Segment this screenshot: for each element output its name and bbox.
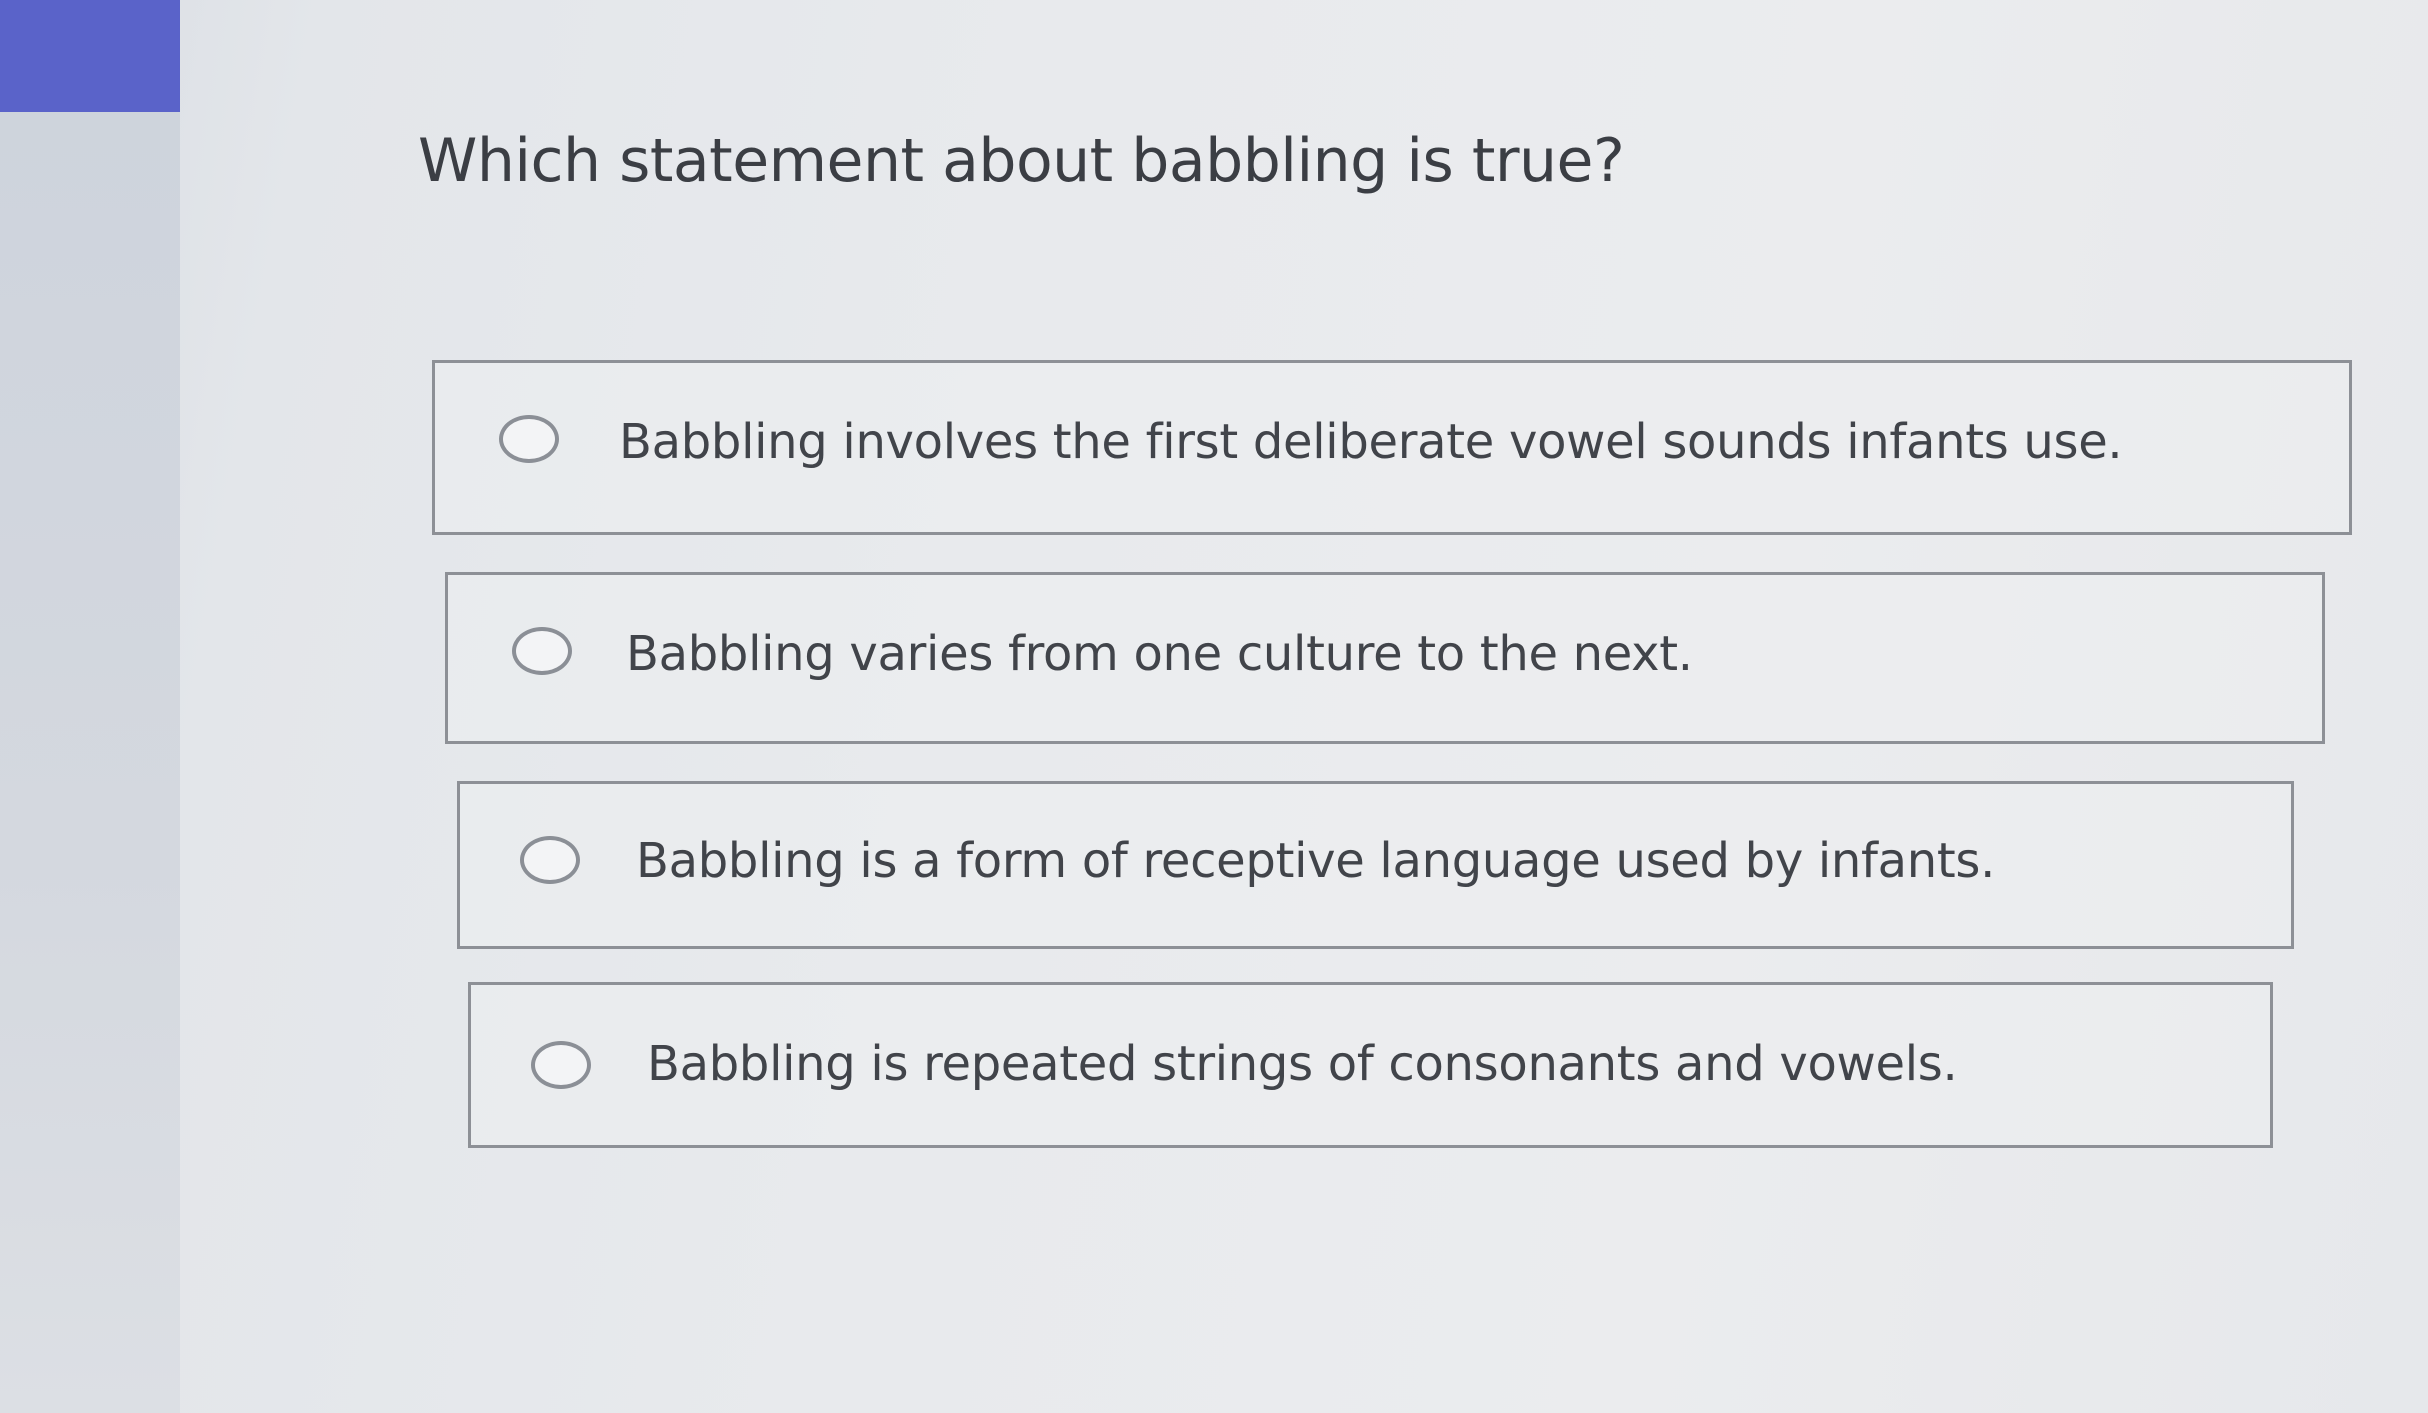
answer-option-4-label: Babbling is repeated strings of consonan… — [647, 1036, 1958, 1092]
answer-option-1-label: Babbling involves the first deliberate v… — [619, 414, 2123, 470]
radio-button-1[interactable] — [499, 415, 559, 463]
radio-button-2[interactable] — [512, 627, 572, 675]
radio-button-4[interactable] — [531, 1041, 591, 1089]
answer-option-3[interactable]: Babbling is a form of receptive language… — [457, 781, 2294, 949]
answer-option-4[interactable]: Babbling is repeated strings of consonan… — [468, 982, 2273, 1148]
accent-block — [0, 0, 180, 112]
answer-option-2[interactable]: Babbling varies from one culture to the … — [445, 572, 2325, 744]
answer-option-1[interactable]: Babbling involves the first deliberate v… — [432, 360, 2352, 535]
question-text: Which statement about babbling is true? — [418, 126, 1625, 196]
answer-option-2-label: Babbling varies from one culture to the … — [626, 626, 1693, 682]
answer-option-3-label: Babbling is a form of receptive language… — [636, 833, 1996, 889]
radio-button-3[interactable] — [520, 836, 580, 884]
left-rail — [0, 0, 180, 1413]
